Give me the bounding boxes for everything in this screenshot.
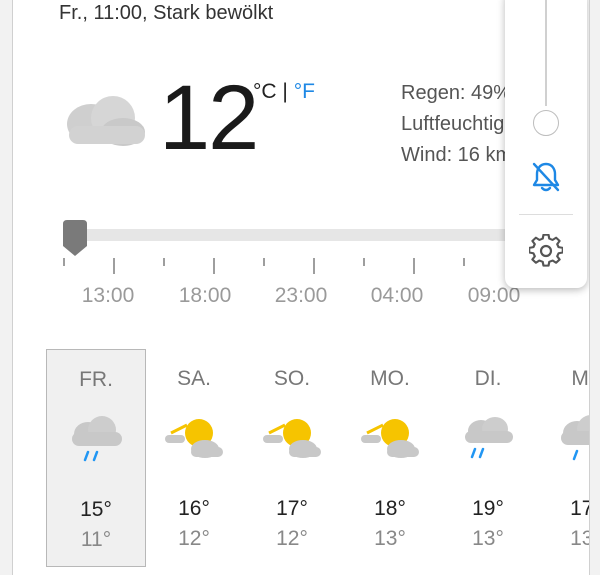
unit-toggle: °C | °F — [253, 80, 315, 104]
weather-details: Regen: 49% Luftfeuchtigkeit Wind: 16 km/… — [401, 78, 513, 171]
cloud-rain-icon — [561, 415, 589, 461]
day-high: 17° — [276, 497, 308, 520]
gear-icon[interactable] — [529, 234, 563, 268]
bell-off-icon[interactable] — [529, 160, 563, 194]
time-label: 23:00 — [274, 284, 328, 307]
current-temperature: 12 — [159, 67, 259, 169]
cloud-rain-icon — [72, 416, 122, 462]
tick — [113, 258, 115, 274]
cloudy-icon — [67, 96, 145, 146]
time-label: 18:00 — [178, 284, 232, 307]
panel-divider — [519, 214, 573, 215]
day-high: 18° — [374, 497, 406, 520]
tick — [163, 258, 165, 266]
day-low: 13° — [374, 527, 406, 550]
tick — [63, 258, 65, 266]
day-forecast-mo[interactable]: MO. 18° 13° — [340, 349, 440, 567]
day-name: FR. — [79, 368, 113, 391]
tick — [413, 258, 415, 274]
day-name: MI. — [571, 367, 589, 390]
day-forecast-sa[interactable]: SA. 16° 12° — [144, 349, 244, 567]
unit-celsius[interactable]: °C — [253, 80, 277, 103]
timeline-slider-handle[interactable] — [60, 220, 90, 258]
tick — [213, 258, 215, 274]
time-label: 13:00 — [81, 284, 135, 307]
unit-separator: | — [276, 80, 294, 103]
vertical-slider-track[interactable] — [545, 0, 547, 106]
cloud-rain-icon — [465, 417, 513, 459]
tick — [463, 258, 465, 266]
tick — [363, 258, 365, 266]
day-forecast-so[interactable]: SO. 17° 12° — [242, 349, 342, 567]
day-low: 12° — [178, 527, 210, 550]
day-forecast-di[interactable]: DI. 19° 13° — [438, 349, 538, 567]
controls-panel — [505, 0, 587, 288]
partly-sunny-icon — [165, 419, 223, 458]
day-low: 12° — [276, 527, 308, 550]
day-high: 16° — [178, 497, 210, 520]
day-high: 15° — [80, 498, 112, 521]
time-label: 04:00 — [370, 284, 424, 307]
day-low: 13° — [570, 527, 589, 550]
rain-chance: Regen: 49% — [401, 82, 512, 104]
day-low: 11° — [80, 528, 112, 551]
day-forecast-mi[interactable]: MI. 17° 13° — [536, 349, 589, 567]
partly-sunny-icon — [263, 419, 321, 458]
day-high: 17° — [570, 497, 589, 520]
day-name: DI. — [474, 367, 502, 390]
day-low: 13° — [472, 527, 504, 550]
weather-card: Fr., 11:00, Stark bewölkt 12 °C | °F Reg… — [12, 0, 590, 575]
day-name: SO. — [273, 367, 311, 390]
date-condition-subtitle: Fr., 11:00, Stark bewölkt — [59, 2, 274, 24]
day-forecast-fr[interactable]: FR. 15° 11° — [46, 349, 146, 567]
unit-fahrenheit[interactable]: °F — [294, 80, 315, 103]
timeline-slider-track[interactable] — [63, 229, 523, 241]
day-name: MO. — [370, 367, 410, 390]
tick — [313, 258, 315, 274]
day-name: SA. — [177, 367, 211, 390]
vertical-slider-knob[interactable] — [533, 110, 559, 136]
tick — [263, 258, 265, 266]
partly-sunny-icon — [361, 419, 419, 458]
humidity: Luftfeuchtigkeit — [401, 113, 513, 135]
wind-speed: Wind: 16 km/h — [401, 144, 513, 166]
day-high: 19° — [472, 497, 504, 520]
